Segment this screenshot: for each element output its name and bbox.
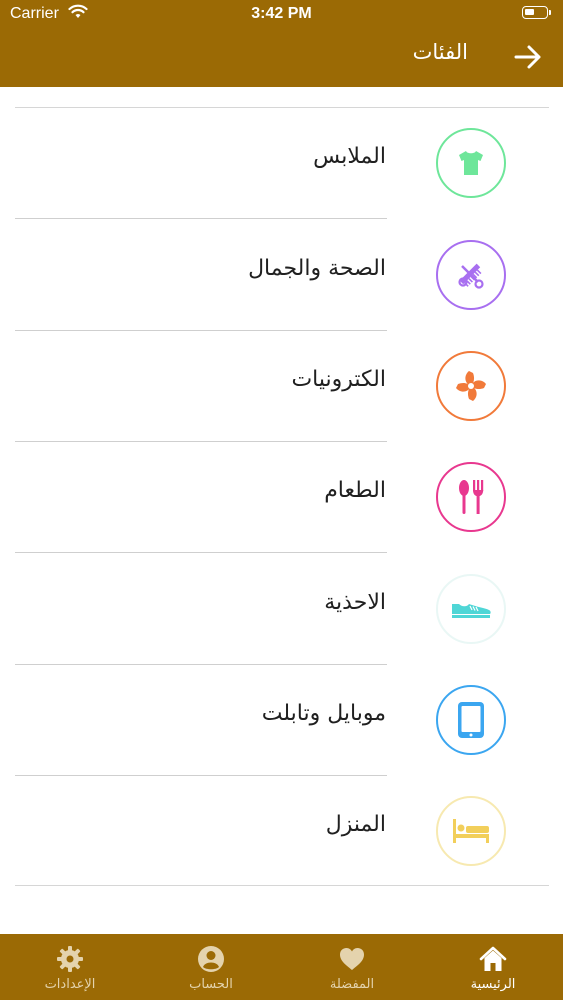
- tab-settings[interactable]: الإعدادات: [0, 934, 140, 1000]
- category-label: الكترونيات: [291, 367, 386, 392]
- tab-home[interactable]: الرئيسية: [423, 934, 563, 1000]
- tab-account[interactable]: الحساب: [141, 934, 281, 1000]
- tab-label: الحساب: [189, 977, 233, 992]
- tshirt-icon: [459, 151, 483, 175]
- category-icon-circle: [436, 574, 506, 644]
- status-bar: Carrier 3:42 PM: [0, 0, 563, 30]
- category-label: المنزل: [325, 812, 386, 837]
- category-icon-circle: [436, 240, 506, 310]
- category-item-food[interactable]: الطعام: [0, 442, 563, 553]
- tab-bar: الإعدادات الحساب المفضلة الرئيسية: [0, 934, 563, 1000]
- category-label: موبايل وتابلت: [261, 701, 386, 726]
- gear-icon: [57, 946, 83, 972]
- category-icon-circle: [436, 796, 506, 866]
- user-icon: [198, 946, 224, 972]
- tab-label: الرئيسية: [470, 977, 516, 992]
- category-label: الملابس: [313, 144, 386, 169]
- spoon-fork-icon: [459, 480, 484, 514]
- category-item-shoes[interactable]: الاحذية: [0, 554, 563, 665]
- tab-label: الإعدادات: [44, 977, 96, 992]
- category-item-clothes[interactable]: الملابس: [0, 108, 563, 219]
- category-icon-circle: [436, 128, 506, 198]
- back-arrow-icon[interactable]: [512, 41, 544, 73]
- category-item-electronics[interactable]: الكترونيات: [0, 331, 563, 442]
- category-item-mobile-tablet[interactable]: موبايل وتابلت: [0, 665, 563, 776]
- category-item-home[interactable]: المنزل: [0, 776, 563, 887]
- comb-scissors-icon: [458, 263, 484, 289]
- category-label: الاحذية: [324, 590, 386, 615]
- tablet-icon: [458, 702, 484, 738]
- category-item-health-beauty[interactable]: الصحة والجمال: [0, 220, 563, 331]
- tab-favorites[interactable]: المفضلة: [282, 934, 422, 1000]
- bed-icon: [453, 819, 489, 843]
- row-divider: [15, 218, 387, 219]
- tab-label: المفضلة: [329, 977, 375, 992]
- category-icon-circle: [436, 685, 506, 755]
- home-icon: [479, 946, 507, 971]
- category-label: الطعام: [324, 478, 386, 503]
- category-icon-circle: [436, 462, 506, 532]
- fan-icon: [456, 371, 486, 401]
- category-label: الصحة والجمال: [248, 256, 386, 281]
- shoe-icon: [452, 604, 491, 618]
- category-icon-circle: [436, 351, 506, 421]
- page-title: الفئات: [412, 40, 468, 64]
- row-divider: [15, 552, 387, 553]
- heart-icon: [340, 948, 364, 970]
- clock: 3:42 PM: [251, 5, 312, 22]
- list-bottom-divider: [15, 885, 549, 886]
- battery-icon: [522, 6, 551, 19]
- app-header: Carrier 3:42 PM الفئات: [0, 0, 563, 87]
